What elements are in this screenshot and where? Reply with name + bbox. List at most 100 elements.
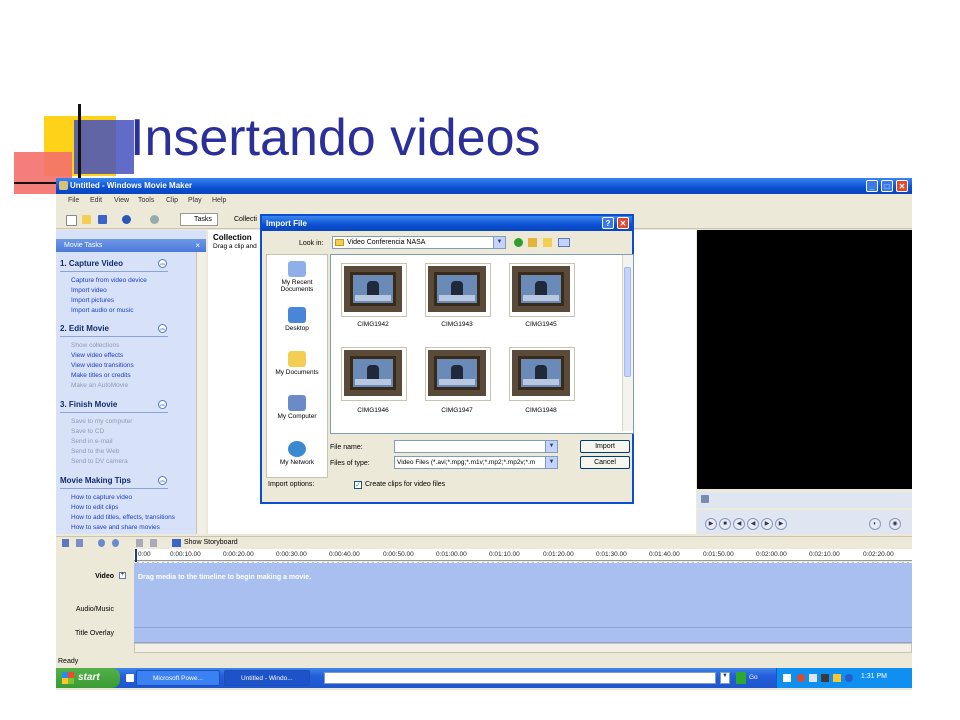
menu-help[interactable]: Help [212, 197, 226, 204]
chevron-down-icon[interactable]: ▼ [545, 441, 557, 452]
task-capture-from-video-device[interactable]: Capture from video device [71, 277, 147, 284]
volume-icon[interactable] [809, 674, 817, 682]
section-edit-movie[interactable]: 2. Edit Movie [60, 324, 109, 333]
file-thumbnail[interactable] [425, 263, 491, 317]
look-in-select[interactable]: Video Conferencia NASA ▼ [332, 236, 506, 249]
file-thumbnail[interactable] [341, 347, 407, 401]
new-folder-icon[interactable] [543, 238, 552, 247]
narrate-icon[interactable] [76, 539, 83, 547]
menu-clip[interactable]: Clip [166, 197, 178, 204]
task-view-video-effects[interactable]: View video effects [71, 352, 123, 359]
new-icon[interactable] [66, 215, 77, 226]
forward-icon[interactable]: ▶ [761, 518, 773, 530]
import-button[interactable]: Import [580, 440, 630, 453]
file-type-select[interactable]: Video Files (*.avi;*.mpg;*.m1v;*.mp2;*.m… [394, 456, 558, 469]
seek-handle-icon[interactable] [701, 495, 709, 503]
create-clips-checkbox[interactable]: ✓ [354, 481, 362, 489]
task-import-pictures[interactable]: Import pictures [71, 297, 114, 304]
windows-flag-icon[interactable] [833, 674, 841, 682]
timeline-icon[interactable] [62, 539, 69, 547]
play-icon[interactable]: ▶ [705, 518, 717, 530]
bluetooth-icon[interactable] [845, 674, 853, 682]
collapse-icon[interactable]: ︽ [158, 400, 167, 409]
file-name[interactable]: CIMG1943 [425, 321, 489, 328]
start-button[interactable]: start [56, 668, 120, 688]
back-icon[interactable] [514, 238, 523, 247]
video-track[interactable]: Drag media to the timeline to begin maki… [134, 562, 912, 594]
dialog-close-button[interactable]: ✕ [617, 217, 629, 229]
place-desktop[interactable]: Desktop [267, 307, 327, 332]
file-thumbnail[interactable] [509, 263, 575, 317]
title-overlay-track[interactable] [134, 628, 912, 643]
tasks-pane-close-button[interactable]: × [195, 241, 200, 250]
maximize-button[interactable]: □ [881, 180, 893, 192]
menu-play[interactable]: Play [188, 197, 202, 204]
section-finish-movie[interactable]: 3. Finish Movie [60, 400, 117, 409]
chevron-down-icon[interactable]: ▼ [545, 457, 557, 468]
place-my-documents[interactable]: My Documents [267, 351, 327, 376]
timeline-scrollbar[interactable] [134, 643, 912, 653]
collapse-icon[interactable]: ︽ [158, 476, 167, 485]
stop-icon[interactable]: ■ [719, 518, 731, 530]
open-icon[interactable] [82, 215, 91, 224]
audio-music-track[interactable] [134, 593, 912, 628]
file-name[interactable]: CIMG1942 [341, 321, 405, 328]
task-import-video[interactable]: Import video [71, 287, 107, 294]
tip-save-share[interactable]: How to save and share movies [71, 524, 160, 531]
file-name[interactable]: CIMG1945 [509, 321, 573, 328]
menu-file[interactable]: File [68, 197, 79, 204]
tray-icon[interactable] [797, 674, 805, 682]
storyboard-icon[interactable] [172, 539, 181, 547]
split-icon[interactable]: ◐ [869, 518, 881, 530]
previous-frame-icon[interactable]: ◀ [733, 518, 745, 530]
network-icon[interactable] [821, 674, 829, 682]
taskbar-button-movie-maker[interactable]: Untitled - Windo... [224, 670, 310, 686]
place-my-computer[interactable]: My Computer [267, 395, 327, 420]
quick-launch-icon[interactable] [126, 674, 134, 682]
next-frame-icon[interactable]: ▶ [775, 518, 787, 530]
task-import-audio[interactable]: Import audio or music [71, 307, 134, 314]
chevron-down-icon[interactable]: ▼ [720, 672, 730, 684]
undo-icon[interactable] [122, 215, 131, 224]
file-thumbnail[interactable] [509, 347, 575, 401]
save-icon[interactable] [98, 215, 107, 224]
scroll-thumb[interactable] [624, 267, 631, 377]
zoom-in-icon[interactable] [98, 539, 105, 547]
task-view-video-transitions[interactable]: View video transitions [71, 362, 134, 369]
seek-bar[interactable] [697, 492, 912, 508]
tip-capture-video[interactable]: How to capture video [71, 494, 132, 501]
file-thumbnail[interactable] [341, 263, 407, 317]
chevron-down-icon[interactable]: ▼ [493, 237, 505, 248]
expand-icon[interactable]: + [119, 572, 126, 579]
redo-icon[interactable] [150, 215, 159, 224]
collapse-icon[interactable]: ︽ [158, 324, 167, 333]
view-menu-icon[interactable] [558, 238, 570, 247]
help-tray-icon[interactable] [783, 674, 791, 682]
minimize-button[interactable]: _ [866, 180, 878, 192]
tasks-button[interactable]: Tasks [180, 213, 218, 226]
play-timeline-icon[interactable] [150, 539, 157, 547]
file-thumbnail[interactable] [425, 347, 491, 401]
show-storyboard-button[interactable]: Show Storyboard [184, 539, 238, 546]
task-make-titles[interactable]: Make titles or credits [71, 372, 131, 379]
snapshot-icon[interactable]: ◉ [889, 518, 901, 530]
collections-button[interactable]: Collecti [220, 213, 260, 226]
file-name[interactable]: CIMG1946 [341, 407, 405, 414]
dialog-help-button[interactable]: ? [602, 217, 614, 229]
rewind-icon[interactable] [136, 539, 143, 547]
tip-edit-clips[interactable]: How to edit clips [71, 504, 118, 511]
taskbar-button-powerpoint[interactable]: Microsoft Powe... [136, 670, 220, 686]
menu-edit[interactable]: Edit [90, 197, 102, 204]
go-icon[interactable] [736, 672, 746, 684]
section-capture-video[interactable]: 1. Capture Video [60, 259, 123, 268]
menu-view[interactable]: View [114, 197, 129, 204]
address-bar[interactable] [324, 672, 716, 684]
back-icon[interactable]: ◀ [747, 518, 759, 530]
cancel-button[interactable]: Cancel [580, 456, 630, 469]
place-recent-documents[interactable]: My Recent Documents [267, 261, 327, 293]
tasks-scrollbar[interactable] [196, 252, 206, 534]
zoom-out-icon[interactable] [112, 539, 119, 547]
menu-tools[interactable]: Tools [138, 197, 154, 204]
section-movie-making-tips[interactable]: Movie Making Tips [60, 476, 131, 485]
file-name[interactable]: CIMG1947 [425, 407, 489, 414]
